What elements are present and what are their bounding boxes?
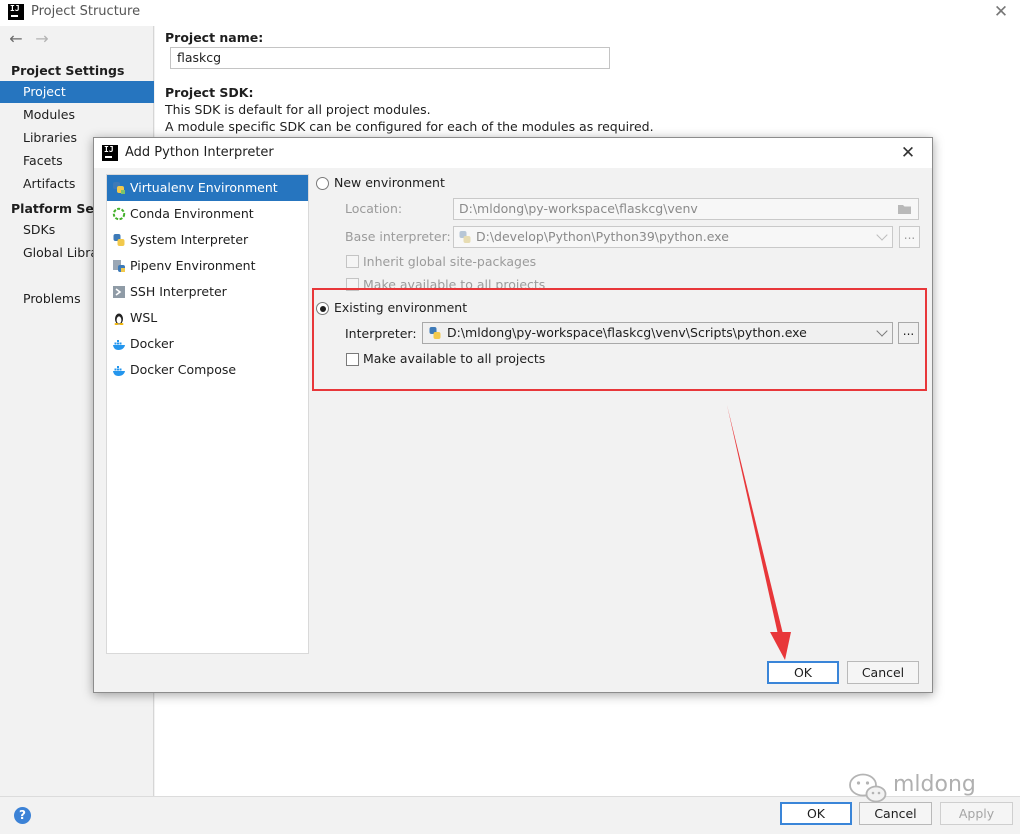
- wechat-watermark-icon: [849, 773, 887, 803]
- annotation-arrow: [727, 405, 791, 660]
- watermark-text: mldong: [893, 772, 976, 797]
